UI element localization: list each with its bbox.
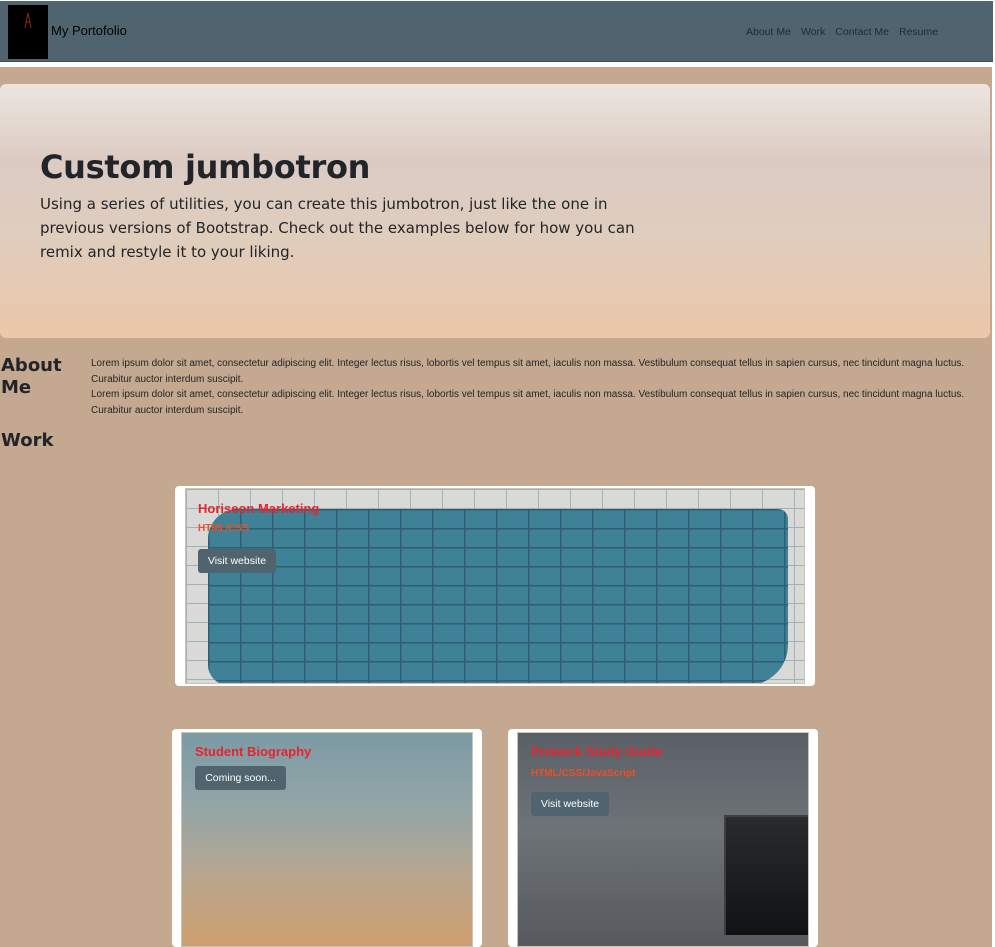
visit-website-button[interactable]: Visit website <box>531 792 609 816</box>
project-image-gray-wall <box>517 732 809 947</box>
project-image-sky <box>181 732 473 947</box>
jumbotron: Custom jumbotron Using a series of utili… <box>0 84 990 338</box>
about-paragraph-1: Lorem ipsum dolor sit amet, consectetur … <box>91 358 965 385</box>
work-heading: Work <box>1 430 54 451</box>
nav-link-contact-me[interactable]: Contact Me <box>835 26 889 38</box>
visit-website-button[interactable]: Visit website <box>198 549 276 573</box>
about-heading: About Me <box>1 355 62 398</box>
project-card-horiseon: Horiseon Marketing HTML/CSS Visit websit… <box>175 486 815 686</box>
painted-bricks <box>208 509 788 683</box>
logo[interactable] <box>8 5 48 59</box>
dark-block <box>724 815 808 935</box>
project-subtitle: HTML/CSS/JavaScript <box>531 768 636 779</box>
nav-link-about-me[interactable]: About Me <box>746 26 791 38</box>
brand-name[interactable]: My Portofolio <box>51 23 127 38</box>
jumbotron-title: Custom jumbotron <box>40 148 371 186</box>
project-card-prework-study-guide: Prework Study Guide HTML/CSS/JavaScript … <box>508 729 818 947</box>
project-title: Horiseon Marketing <box>198 501 320 516</box>
logo-icon <box>24 13 32 29</box>
project-title: Prework Study Guide <box>531 744 663 759</box>
project-image-brick-wall <box>185 488 805 684</box>
sky-background <box>182 733 472 946</box>
jumbotron-text: Using a series of utilities, you can cre… <box>40 195 635 261</box>
about-text: Lorem ipsum dolor sit amet, consectetur … <box>91 356 981 418</box>
nav-link-work[interactable]: Work <box>801 26 825 38</box>
project-subtitle: HTML/CSS <box>198 523 250 534</box>
project-card-student-biography: Student Biography Coming soon... <box>172 729 482 947</box>
navbar: My Portofolio About Me Work Contact Me R… <box>0 1 993 62</box>
project-title: Student Biography <box>195 744 312 759</box>
nav-link-resume[interactable]: Resume <box>899 26 938 38</box>
nav-links: About Me Work Contact Me Resume <box>746 26 948 38</box>
about-paragraph-2: Lorem ipsum dolor sit amet, consectetur … <box>91 389 965 416</box>
coming-soon-button[interactable]: Coming soon... <box>195 766 286 790</box>
main-content: Custom jumbotron Using a series of utili… <box>0 67 992 947</box>
